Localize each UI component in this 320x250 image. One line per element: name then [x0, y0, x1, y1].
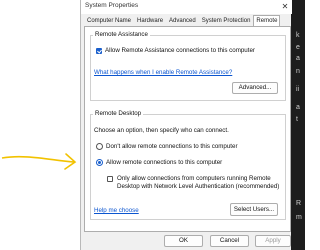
bg-char: ii [296, 86, 300, 93]
dont-allow-label: Don't allow remote connections to this c… [106, 143, 238, 150]
help-me-choose-link[interactable]: Help me choose [94, 207, 139, 214]
background-left [0, 0, 80, 250]
remote-desktop-instruction: Choose an option, then specify who can c… [94, 127, 229, 134]
remote-assistance-label: Remote Assistance [93, 31, 150, 38]
bg-char: k [296, 32, 300, 39]
remote-desktop-label: Remote Desktop [93, 110, 144, 117]
system-properties-dialog: System Properties ✕ Computer Name Hardwa… [80, 0, 292, 250]
nla-label-line1: Only allow connections from computers ru… [117, 175, 271, 182]
annotation-arrow [1, 153, 77, 170]
title-bar: System Properties ✕ [81, 0, 292, 14]
bg-char: a [296, 55, 300, 62]
apply-button[interactable]: Apply [255, 235, 291, 247]
allow-remote-assistance-label: Allow Remote Assistance connections to t… [105, 47, 255, 54]
bg-char: a [296, 104, 300, 111]
allow-remote-label: Allow remote connections to this compute… [106, 159, 223, 166]
allow-remote-radio[interactable] [96, 159, 103, 166]
advanced-button[interactable]: Advanced... [232, 82, 278, 94]
close-icon[interactable]: ✕ [280, 1, 290, 12]
nla-label-line2: Desktop with Network Level Authenticatio… [117, 183, 280, 190]
remote-tab-panel: Remote Assistance Allow Remote Assistanc… [84, 26, 291, 232]
background-right-panel: k e a n ii a t R m [290, 0, 305, 250]
bg-char: t [296, 116, 298, 123]
bg-char: R [296, 200, 302, 207]
tab-hardware[interactable]: Hardware [134, 15, 166, 26]
remote-assistance-help-link[interactable]: What happens when I enable Remote Assist… [94, 69, 232, 76]
ok-button[interactable]: OK [164, 235, 203, 247]
bg-char: n [296, 68, 300, 75]
dont-allow-radio[interactable] [96, 143, 103, 150]
allow-remote-assistance-checkbox[interactable] [96, 48, 102, 54]
tab-system-protection[interactable]: System Protection [199, 15, 254, 26]
tab-computer-name[interactable]: Computer Name [84, 15, 134, 26]
bg-char: e [296, 44, 300, 51]
cancel-button[interactable]: Cancel [210, 235, 249, 247]
tab-advanced[interactable]: Advanced [166, 15, 199, 26]
bg-char: m [296, 214, 302, 221]
select-users-button[interactable]: Select Users... [230, 203, 278, 216]
window-title: System Properties [85, 2, 139, 9]
tab-strip: Computer Name Hardware Advanced System P… [84, 15, 281, 27]
nla-checkbox[interactable] [107, 176, 113, 182]
